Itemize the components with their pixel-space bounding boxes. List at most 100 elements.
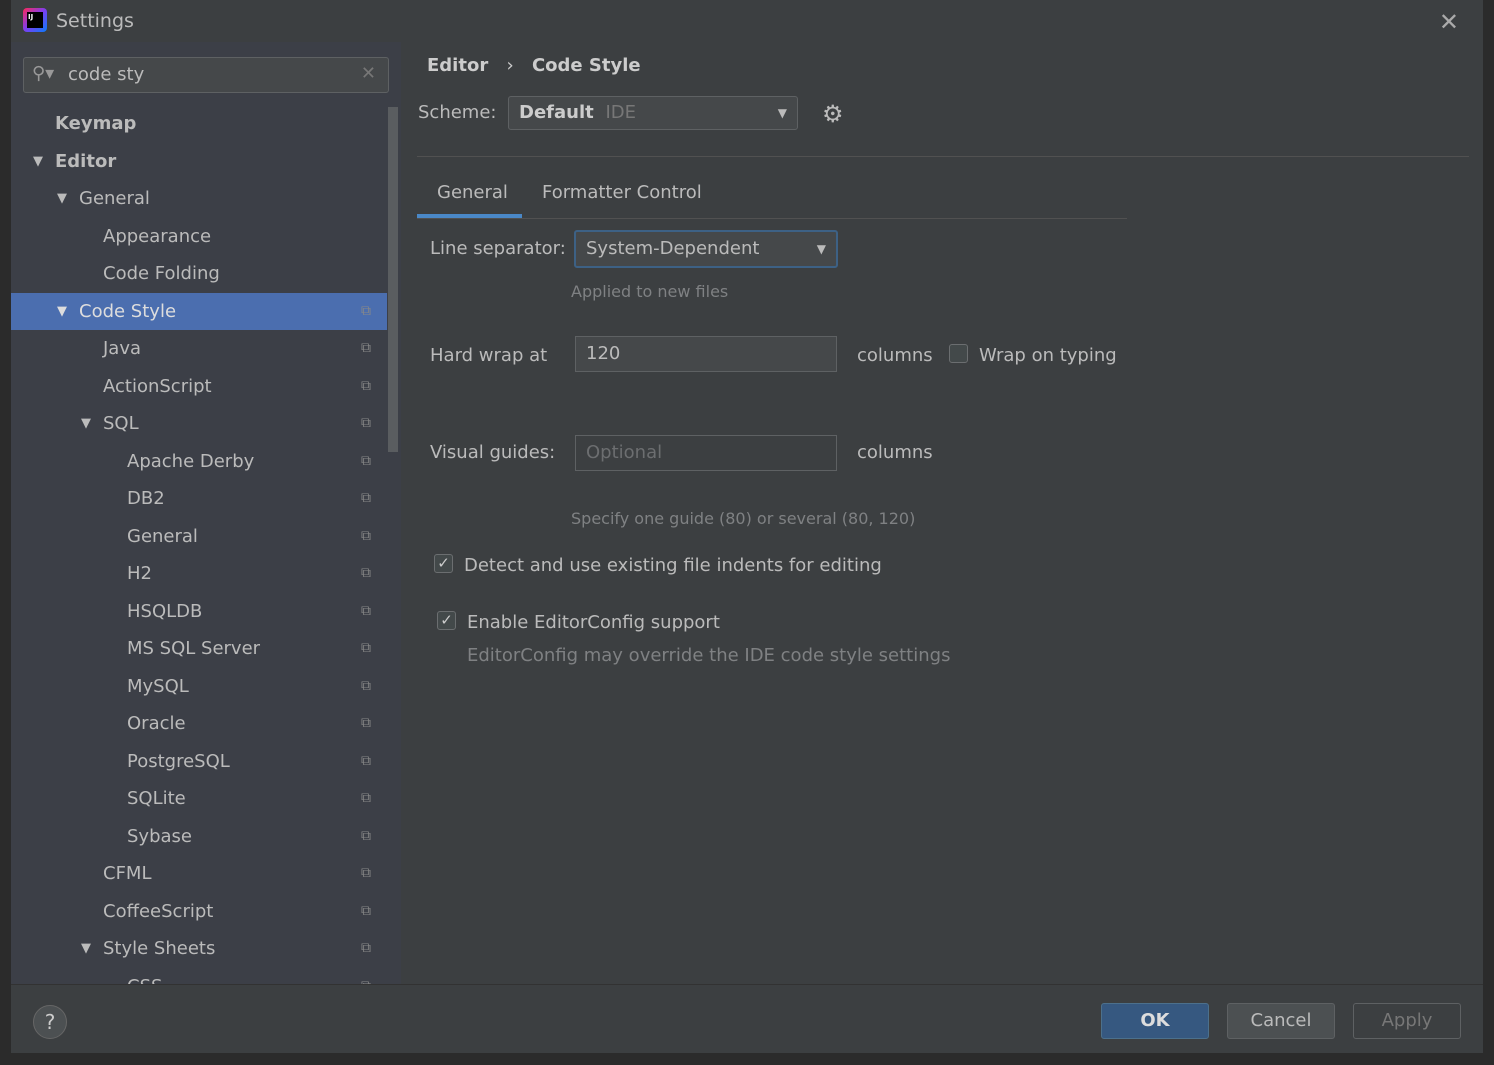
tree-item[interactable]: CFML ⧉: [11, 855, 387, 893]
editorconfig-hint: EditorConfig may override the IDE code s…: [467, 645, 951, 666]
wrap-on-typing-checkbox[interactable]: [949, 344, 968, 363]
hard-wrap-input[interactable]: 120: [575, 336, 837, 372]
detect-indents-checkbox[interactable]: ✓: [434, 554, 453, 573]
visual-guides-label: Visual guides:: [430, 442, 556, 463]
tree-item-label: DB2: [127, 488, 165, 509]
tree-item-label: MS SQL Server: [127, 638, 261, 659]
ok-button[interactable]: OK: [1101, 1003, 1209, 1039]
sidebar: ⚲▾ code sty ✕ Keymap ▼ Editor ▼ General Appea…: [11, 42, 401, 984]
columns-label: columns: [857, 345, 933, 366]
scheme-dropdown[interactable]: Default IDE ▼: [508, 96, 798, 130]
editorconfig-checkbox[interactable]: ✓: [437, 611, 456, 630]
tab-bar: General Formatter Control: [417, 172, 1127, 219]
visual-guides-input[interactable]: Optional: [575, 435, 837, 471]
tree-item-label: MySQL: [127, 675, 189, 697]
tree-item[interactable]: MySQL ⧉: [11, 668, 387, 706]
tree-item-label: PostgreSQL: [127, 750, 230, 772]
copy-scheme-icon: ⧉: [361, 527, 371, 544]
close-icon[interactable]: ✕: [1439, 8, 1459, 36]
tree-item[interactable]: ActionScript ⧉: [11, 368, 387, 406]
expand-arrow-icon[interactable]: ▼: [57, 293, 67, 331]
sidebar-scrollbar[interactable]: [388, 107, 398, 452]
gear-icon[interactable]: ⚙: [822, 100, 844, 128]
tree-item[interactable]: Appearance: [11, 218, 387, 256]
detect-indents-label[interactable]: Detect and use existing file indents for…: [464, 555, 882, 576]
copy-scheme-icon: ⧉: [361, 302, 371, 319]
tree-item-label: SQL: [103, 413, 139, 434]
copy-scheme-icon: ⧉: [361, 790, 371, 806]
tree-item-label: SQLite: [127, 788, 186, 809]
tree-item-label: General: [79, 188, 150, 209]
active-tab-indicator: [417, 214, 522, 218]
tree-item-label: H2: [127, 563, 152, 584]
tree-item[interactable]: CoffeeScript ⧉: [11, 893, 387, 931]
copy-scheme-icon: ⧉: [361, 968, 371, 985]
editorconfig-label[interactable]: Enable EditorConfig support: [467, 612, 720, 633]
tree-item[interactable]: General ⧉: [11, 518, 387, 556]
chevron-right-icon: ›: [506, 55, 514, 76]
breadcrumb-editor[interactable]: Editor: [427, 55, 488, 76]
hard-wrap-label: Hard wrap at: [430, 345, 548, 366]
copy-scheme-icon: ⧉: [361, 452, 371, 469]
copy-scheme-icon: ⧉: [361, 340, 371, 356]
tree-item[interactable]: SQLite ⧉: [11, 780, 387, 818]
tree-item-label: Sybase: [127, 825, 192, 847]
tree-item[interactable]: ▼ SQL ⧉: [11, 405, 387, 443]
search-icon: ⚲▾: [32, 63, 55, 84]
copy-scheme-icon: ⧉: [361, 677, 371, 694]
intellij-logo-icon: IJ: [23, 8, 47, 32]
breadcrumb-code-style: Code Style: [531, 55, 641, 76]
chevron-down-icon: ▼: [777, 106, 787, 120]
columns-label: columns: [857, 442, 933, 463]
tree-item[interactable]: PostgreSQL ⧉: [11, 743, 387, 781]
expand-arrow-icon[interactable]: ▼: [81, 405, 91, 443]
scheme-type: IDE: [605, 102, 636, 123]
scheme-name: Default: [519, 102, 594, 123]
tree-item[interactable]: Sybase ⧉: [11, 818, 387, 856]
tree-item[interactable]: Java ⧉: [11, 330, 387, 368]
tree-item[interactable]: MS SQL Server ⧉: [11, 630, 387, 668]
line-separator-hint: Applied to new files: [571, 282, 729, 301]
tree-item-label: Appearance: [103, 225, 212, 247]
cancel-button[interactable]: Cancel: [1227, 1003, 1335, 1039]
tree-item[interactable]: DB2 ⧉: [11, 480, 387, 518]
clear-search-icon[interactable]: ✕: [361, 63, 376, 84]
tree-item-label: Code Folding: [103, 263, 220, 284]
tab-general[interactable]: General: [437, 182, 508, 203]
window-title: Settings: [56, 10, 134, 32]
line-separator-dropdown[interactable]: System-Dependent ▼: [574, 230, 838, 268]
tree-item-label: Oracle: [127, 713, 186, 734]
expand-arrow-icon[interactable]: ▼: [57, 180, 67, 218]
copy-scheme-icon: ⧉: [361, 565, 371, 581]
tree-item[interactable]: Oracle ⧉: [11, 705, 387, 743]
search-value: code sty: [68, 64, 145, 85]
line-separator-value: System-Dependent: [586, 238, 760, 259]
apply-button[interactable]: Apply: [1353, 1003, 1461, 1039]
tree-item-label: Editor: [55, 150, 117, 172]
tree-item[interactable]: ▼ Code Style ⧉: [11, 292, 387, 331]
tree-item[interactable]: HSQLDB ⧉: [11, 593, 387, 631]
help-button[interactable]: ?: [33, 1005, 67, 1039]
line-separator-label: Line separator:: [430, 238, 566, 259]
settings-tree: Keymap ▼ Editor ▼ General Appearance Code Fold…: [11, 105, 387, 984]
tree-item[interactable]: ▼ Editor: [11, 143, 387, 181]
tree-item[interactable]: H2 ⧉: [11, 555, 387, 593]
expand-arrow-icon[interactable]: ▼: [81, 930, 91, 968]
tree-item-label: CSS: [127, 968, 162, 985]
search-input[interactable]: ⚲▾ code sty ✕: [23, 57, 389, 93]
copy-scheme-icon: ⧉: [361, 415, 371, 431]
tree-item-label: Java: [103, 338, 142, 359]
tree-item[interactable]: CSS ⧉: [11, 968, 387, 985]
tree-item[interactable]: ▼ Style Sheets ⧉: [11, 930, 387, 968]
main-panel: Editor › Code Style Scheme: Default IDE …: [401, 42, 1483, 984]
breadcrumb: Editor › Code Style: [427, 55, 641, 76]
expand-arrow-icon[interactable]: ▼: [33, 143, 43, 181]
tab-formatter-control[interactable]: Formatter Control: [542, 182, 702, 203]
dialog-footer: ? OK Cancel Apply: [11, 984, 1483, 1053]
tree-item[interactable]: ▼ General: [11, 180, 387, 218]
tree-item[interactable]: Apache Derby ⧉: [11, 443, 387, 481]
tree-item[interactable]: Code Folding: [11, 255, 387, 293]
tree-item[interactable]: Keymap: [11, 105, 387, 143]
scheme-label: Scheme:: [418, 102, 497, 123]
wrap-on-typing-label[interactable]: Wrap on typing: [979, 345, 1117, 366]
